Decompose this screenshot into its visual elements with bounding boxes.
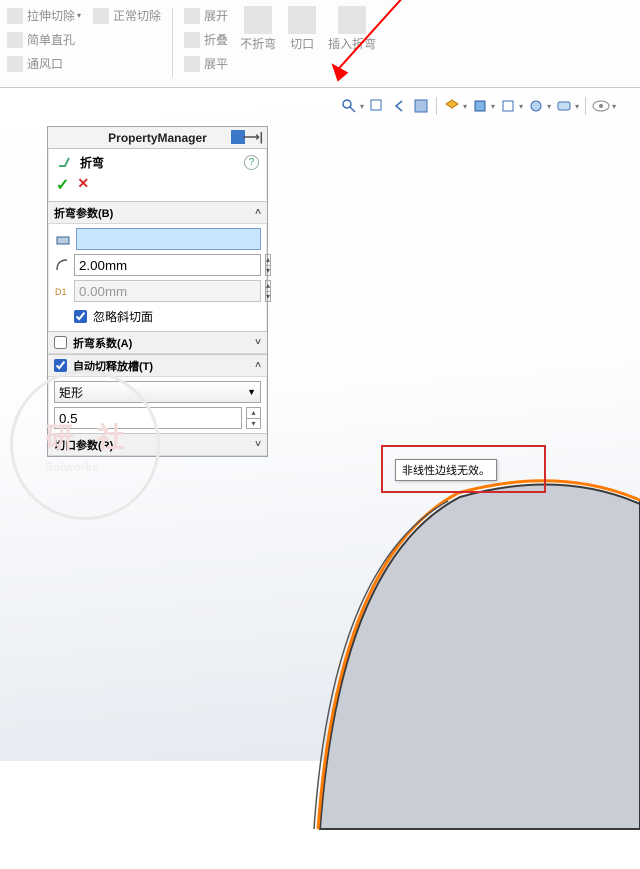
label: 插入折弯 [328,38,376,51]
display-style-icon[interactable] [471,97,489,115]
ignore-bevel-checkbox[interactable]: 忽略斜切面 [74,306,261,327]
cancel-button[interactable]: ✕ [77,175,89,195]
flatten-button[interactable]: 展平 [179,52,233,75]
label: 正常切除 [113,7,161,24]
extruded-cut-icon [7,8,23,24]
pm-title-text: PropertyManager [108,131,207,145]
section-view-icon[interactable] [412,97,430,115]
corner-icon [288,6,316,34]
offset-icon: D1 [54,282,70,300]
feature-name: 折弯 [80,154,104,171]
label: 简单直孔 [27,31,75,48]
chevron-down-icon: ˅ [255,439,261,450]
fold-button[interactable]: 折叠 [179,28,233,51]
label: 自动切释放槽(T) [73,358,153,374]
label: 折弯参数(B) [54,205,113,221]
radius-spinner[interactable]: ▴▾ [265,254,271,276]
pin-icon[interactable]: ⟶| [242,130,263,144]
fold-icon [184,32,200,48]
no-bends-icon [244,6,272,34]
svg-text:D1: D1 [55,287,67,297]
chevron-up-icon: ˄ [255,207,261,218]
corner-button[interactable]: 切口 [283,4,321,53]
bend-allowance-checkbox[interactable]: 折弯系数(A) [54,333,132,353]
appearance-icon[interactable] [555,97,573,115]
rip-params-header[interactable]: 切口参数(R) ˅ [48,434,267,456]
label: 切口参数(R) [54,437,113,453]
hide-show-icon[interactable] [499,97,517,115]
auto-relief-checkbox[interactable]: 自动切释放槽(T) [54,356,153,376]
auto-relief-header[interactable]: 自动切释放槽(T) ˄ [48,355,267,377]
fixed-face-selection[interactable] [76,228,261,250]
label: 切口 [290,38,314,51]
bend-allowance-header[interactable]: 折弯系数(A) ˅ [48,332,267,354]
simple-hole-button[interactable]: 简单直孔 [2,28,86,51]
scene-icon[interactable] [527,97,545,115]
view-toolbar: ▾ ▾ ▾ ▾ ▾ ▾ ▾ [340,97,616,115]
label: 展平 [204,55,228,72]
no-bends-button[interactable]: 不折弯 [235,4,281,53]
ribbon-toolbar: 拉伸切除 ▾ 简单直孔 通风口 正常切除 展开 折叠 展平 不折弯 切口 插入折… [0,0,640,88]
normal-cut-button[interactable]: 正常切除 [88,4,166,27]
unfold-button[interactable]: 展开 [179,4,233,27]
error-tooltip: 非线性边线无效。 [395,459,497,481]
property-manager-panel: PropertyManager ⟶| 折弯 ? ✓ ✕ 折弯参数(B) ˄ ▴▾ [47,126,268,457]
bend-params-header[interactable]: 折弯参数(B) ˄ [48,202,267,224]
bend-offset-input [74,280,261,302]
zoom-fit-icon[interactable] [340,97,358,115]
label: 拉伸切除 [27,7,75,24]
insert-bends-button[interactable]: 插入折弯 [323,4,381,53]
bends-feature-icon [56,153,74,171]
chevron-up-icon: ˄ [255,360,261,371]
vent-icon [7,56,23,72]
label: 矩形 [59,384,83,401]
dropdown-arrow-icon: ▼ [247,387,256,397]
chevron-down-icon: ˅ [255,337,261,348]
label: 忽略斜切面 [93,308,153,325]
label: 通风口 [27,55,63,72]
relief-ratio-input[interactable] [54,407,242,429]
eye-icon[interactable] [592,97,610,115]
pm-title-bar: PropertyManager ⟶| [48,127,267,149]
offset-spinner[interactable]: ▴▾ [265,280,271,302]
label: 折叠 [204,31,228,48]
prev-view-icon[interactable] [390,97,408,115]
normal-cut-icon [93,8,109,24]
extruded-cut-button[interactable]: 拉伸切除 ▾ [2,4,86,27]
radius-icon [54,256,70,274]
ok-button[interactable]: ✓ [56,175,69,195]
orientation-icon[interactable] [443,97,461,115]
bend-radius-input[interactable] [74,254,261,276]
relief-ratio-spinner[interactable]: ▴▾ [246,407,261,429]
help-icon[interactable]: ? [244,155,259,170]
zoom-area-icon[interactable] [368,97,386,115]
label: 展开 [204,7,228,24]
fixed-face-icon [54,230,72,248]
relief-type-select[interactable]: 矩形 ▼ [54,381,261,403]
insert-bends-icon [338,6,366,34]
hole-icon [7,32,23,48]
label: 不折弯 [240,38,276,51]
flatten-icon [184,56,200,72]
unfold-icon [184,8,200,24]
label: 折弯系数(A) [73,335,132,351]
vent-button[interactable]: 通风口 [2,52,86,75]
